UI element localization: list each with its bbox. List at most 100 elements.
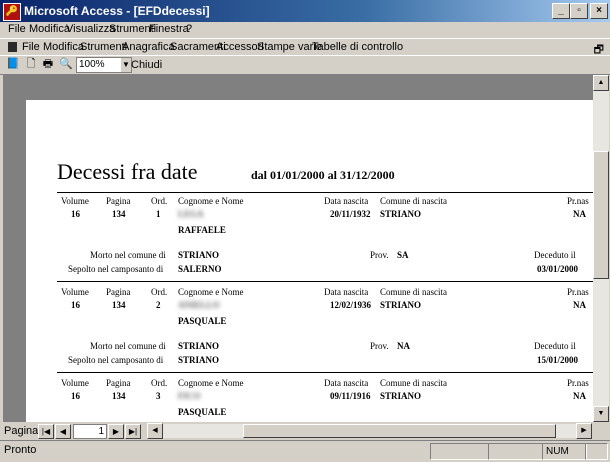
- volume-value: 16: [71, 300, 80, 310]
- header-volume: Volume: [61, 378, 89, 388]
- horizontal-scroll-thumb[interactable]: [243, 424, 556, 438]
- death-date-value: 15/01/2000: [537, 355, 579, 365]
- label-deceduto: Deceduto il: [534, 341, 576, 351]
- label-prov: Prov.: [370, 250, 389, 260]
- menu-visualizza[interactable]: Visualizza: [66, 23, 115, 35]
- label-deceduto: Deceduto il: [534, 250, 576, 260]
- maximize-button[interactable]: ▫: [570, 3, 588, 19]
- print-preview-toolbar: 📘 🗋 🖶 🔍 100% ▼ Chiudi: [0, 55, 610, 75]
- status-panel: [488, 443, 543, 460]
- header-prov-nascita: Pr.nas: [567, 196, 589, 206]
- scroll-up-icon[interactable]: ▲: [593, 75, 609, 91]
- label-sepolto: Sepolto nel camposanto di: [68, 264, 164, 274]
- header-pagina: Pagina: [106, 378, 131, 388]
- report-preview-area: Decessi fra date dal 01/01/2000 al 31/12…: [3, 75, 593, 422]
- header-cognome: Cognome e Nome: [178, 287, 244, 297]
- birth-prov-value: NA: [573, 391, 586, 401]
- menu-finestra[interactable]: Finestra: [149, 23, 189, 35]
- birth-town-value: STRIANO: [380, 300, 422, 310]
- vertical-scrollbar[interactable]: ▲ ▼: [593, 75, 609, 422]
- header-comune-nascita: Comune di nascita: [380, 196, 447, 206]
- header-pagina: Pagina: [106, 287, 131, 297]
- death-town-value: STRIANO: [178, 341, 220, 351]
- design-view-icon[interactable]: 📘: [6, 58, 20, 71]
- header-data-nascita: Data nascita: [324, 287, 369, 297]
- death-date-value: 03/01/2000: [537, 264, 579, 274]
- menu2-strumenti[interactable]: Strumenti: [80, 41, 127, 53]
- page-navigation: Pagina: |◀ ◀ 1 ▶ ▶| ◀ ▶: [0, 423, 610, 439]
- header-cognome: Cognome e Nome: [178, 378, 244, 388]
- page-number-input[interactable]: 1: [73, 424, 107, 439]
- zoom-select[interactable]: 100% ▼: [76, 57, 132, 73]
- header-ord: Ord.: [151, 196, 168, 206]
- label-morto: Morto nel comune di: [90, 341, 166, 351]
- header-ord: Ord.: [151, 378, 168, 388]
- menu2-modifica[interactable]: Modifica: [43, 41, 84, 53]
- previous-page-icon[interactable]: ◀: [55, 424, 71, 439]
- label-morto: Morto nel comune di: [90, 250, 166, 260]
- report-page: Decessi fra date dal 01/01/2000 al 31/12…: [26, 100, 593, 422]
- next-page-icon[interactable]: ▶: [108, 424, 124, 439]
- surname-value: ANIELLO: [178, 300, 220, 310]
- minimize-button[interactable]: _: [552, 3, 570, 19]
- close-preview-button[interactable]: Chiudi: [131, 59, 162, 71]
- close-button[interactable]: ×: [590, 3, 608, 19]
- birth-town-value: STRIANO: [380, 391, 422, 401]
- status-panel: [585, 443, 608, 460]
- window-title: Microsoft Access - [EFDdecessi]: [24, 4, 210, 18]
- menu2-file[interactable]: File: [22, 41, 40, 53]
- report-date-range: dal 01/01/2000 al 31/12/2000: [251, 168, 395, 182]
- page-setup-icon[interactable]: 🗋: [24, 58, 38, 71]
- header-pagina: Pagina: [106, 196, 131, 206]
- scroll-right-icon[interactable]: ▶: [576, 423, 592, 439]
- chevron-down-icon[interactable]: ▼: [121, 58, 131, 72]
- zoom-value: 100%: [79, 59, 105, 70]
- label-sepolto: Sepolto nel camposanto di: [68, 355, 164, 365]
- last-page-icon[interactable]: ▶|: [125, 424, 141, 439]
- status-text: Pronto: [4, 444, 37, 456]
- header-comune-nascita: Comune di nascita: [380, 287, 447, 297]
- separator-line: [57, 192, 593, 193]
- first-page-icon[interactable]: |◀: [38, 424, 54, 439]
- scroll-left-icon[interactable]: ◀: [147, 423, 163, 439]
- death-prov-value: SA: [397, 250, 409, 260]
- birth-prov-value: NA: [573, 209, 586, 219]
- menu-file[interactable]: File: [8, 23, 26, 35]
- menu-modifica[interactable]: Modifica: [29, 23, 70, 35]
- surname-value: LEGA: [178, 209, 204, 219]
- access-key-icon[interactable]: 🔑: [3, 3, 21, 21]
- scroll-down-icon[interactable]: ▼: [593, 406, 609, 422]
- menu2-tabelle-controllo[interactable]: Tabelle di controllo: [312, 41, 403, 53]
- menu-help[interactable]: ?: [186, 23, 192, 35]
- birth-date-value: 12/02/1936: [330, 300, 372, 310]
- grip-icon: [8, 42, 17, 52]
- title-bar: 🔑 Microsoft Access - [EFDdecessi] _ ▫ ×: [0, 0, 610, 22]
- separator-line: [57, 281, 593, 282]
- label-prov: Prov.: [370, 341, 389, 351]
- separator-line: [57, 372, 593, 373]
- header-comune-nascita: Comune di nascita: [380, 378, 447, 388]
- ord-value: 3: [156, 391, 161, 401]
- birth-town-value: STRIANO: [380, 209, 422, 219]
- burial-value: SALERNO: [178, 264, 222, 274]
- birth-date-value: 20/11/1932: [330, 209, 371, 219]
- num-lock-indicator: NUM: [542, 443, 587, 460]
- first-name-value: PASQUALE: [178, 407, 227, 417]
- header-cognome: Cognome e Nome: [178, 196, 244, 206]
- horizontal-scrollbar[interactable]: ◀ ▶: [147, 423, 592, 439]
- status-bar: Pronto NUM: [0, 440, 610, 462]
- header-volume: Volume: [61, 196, 89, 206]
- pagina-value: 134: [112, 300, 126, 310]
- death-town-value: STRIANO: [178, 250, 220, 260]
- vertical-scroll-thumb[interactable]: [593, 151, 609, 279]
- header-data-nascita: Data nascita: [324, 196, 369, 206]
- header-volume: Volume: [61, 287, 89, 297]
- header-ord: Ord.: [151, 287, 168, 297]
- print-icon[interactable]: 🖶: [41, 58, 55, 71]
- page-label: Pagina:: [4, 425, 42, 437]
- birth-prov-value: NA: [573, 300, 586, 310]
- first-name-value: PASQUALE: [178, 316, 227, 326]
- pagina-value: 134: [112, 391, 126, 401]
- zoom-magnifier-icon[interactable]: 🔍: [59, 58, 73, 71]
- menu2-anagrafica[interactable]: Anagrafica: [122, 41, 175, 53]
